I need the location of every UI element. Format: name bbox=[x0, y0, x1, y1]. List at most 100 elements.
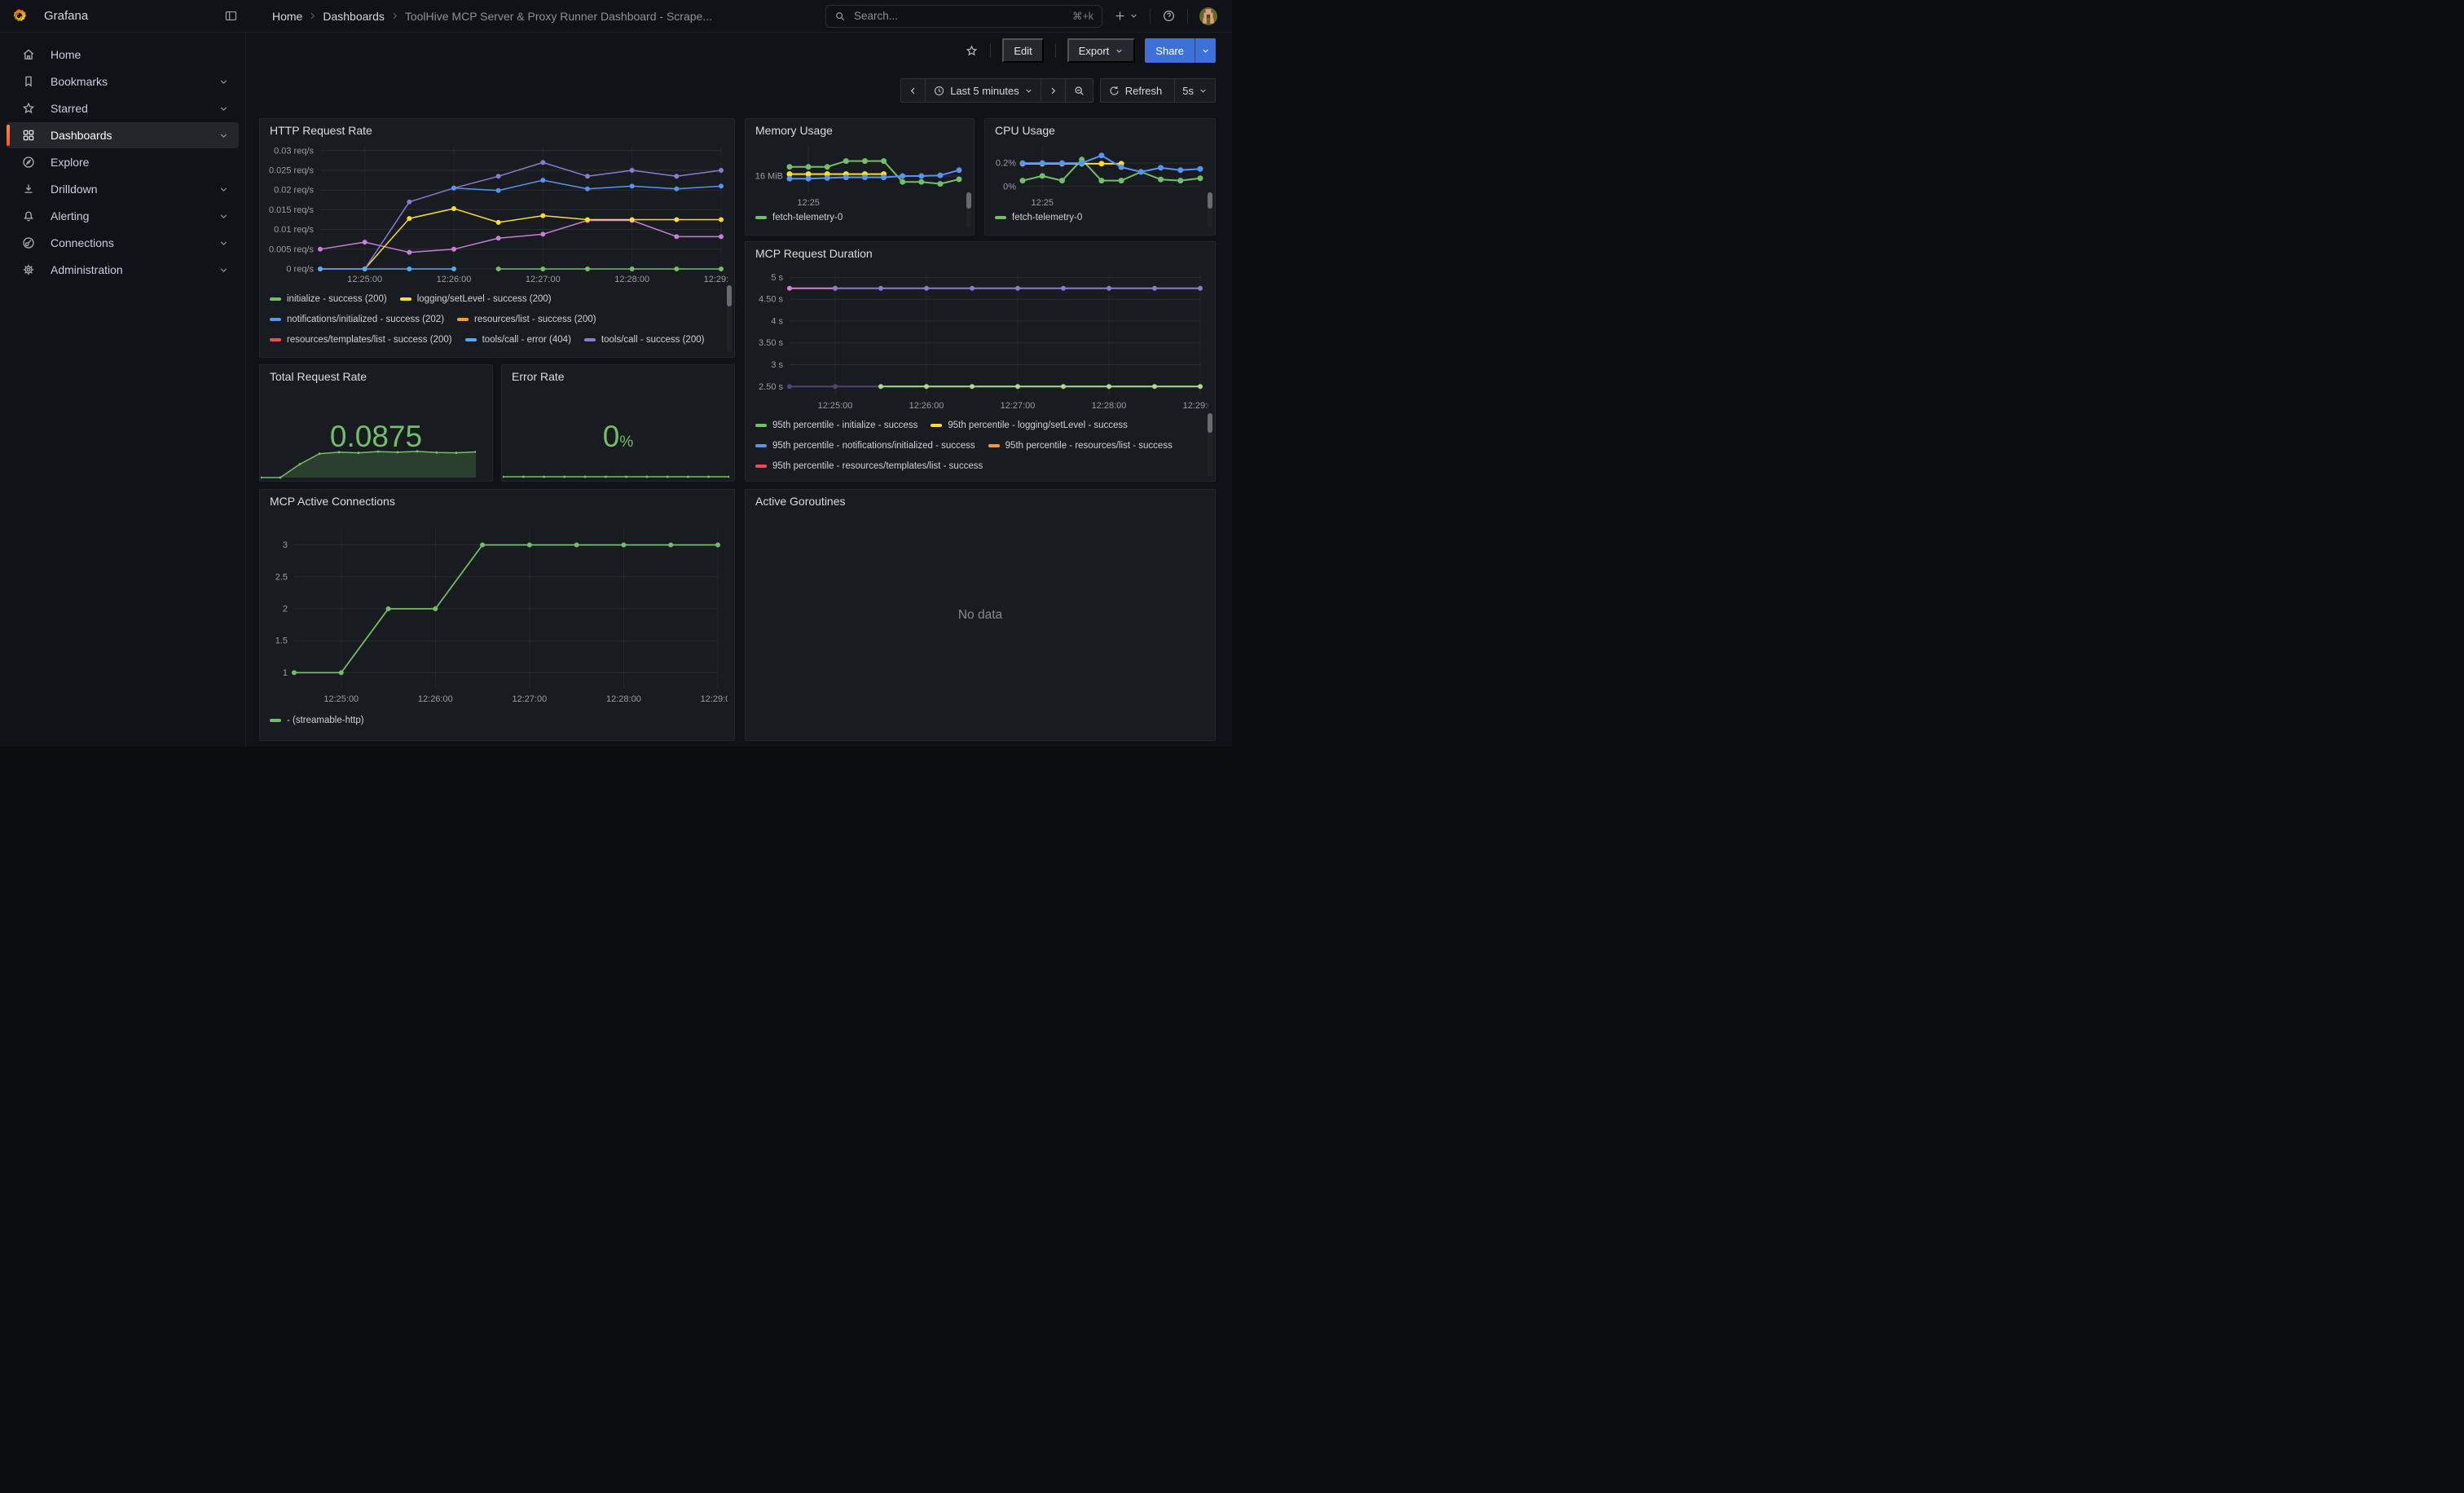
chevron-down-icon[interactable] bbox=[218, 265, 229, 275]
scrollbar-thumb[interactable] bbox=[1208, 413, 1212, 433]
grafana-logo-icon[interactable] bbox=[10, 7, 28, 25]
legend-item[interactable]: 95th percentile - notifications/initiali… bbox=[755, 435, 975, 456]
legend-item[interactable]: 95th percentile - resources/list - succe… bbox=[988, 435, 1173, 456]
svg-text:12:25:00: 12:25:00 bbox=[347, 275, 382, 284]
error-rate-sparkline[interactable] bbox=[503, 469, 729, 479]
share-button[interactable]: Share bbox=[1145, 38, 1195, 63]
time-range-picker[interactable]: Last 5 minutes bbox=[925, 79, 1041, 102]
sidebar-item-home[interactable]: Home bbox=[7, 42, 239, 68]
svg-text:12:28:00: 12:28:00 bbox=[1092, 401, 1127, 411]
svg-text:2: 2 bbox=[283, 605, 288, 614]
scrollbar-thumb[interactable] bbox=[727, 285, 732, 306]
mcp-request-duration-chart[interactable]: 2.50 s3 s3.50 s4 s4.50 s5 s12:25:0012:26… bbox=[752, 262, 1208, 415]
svg-text:0.02 req/s: 0.02 req/s bbox=[274, 186, 314, 196]
share-split-button: Share bbox=[1145, 38, 1216, 63]
stat-number: 0 bbox=[603, 420, 620, 453]
time-shift-forward-button[interactable] bbox=[1041, 79, 1065, 102]
legend-scrollbar[interactable] bbox=[727, 285, 732, 352]
panel-title[interactable]: Total Request Rate bbox=[270, 370, 486, 383]
export-button[interactable]: Export bbox=[1067, 38, 1136, 63]
sidebar-item-alerting[interactable]: Alerting bbox=[7, 203, 239, 229]
scrollbar-thumb[interactable] bbox=[966, 192, 971, 209]
panel-title[interactable]: Active Goroutines bbox=[755, 495, 1208, 508]
panel-title[interactable]: MCP Request Duration bbox=[755, 247, 1208, 260]
legend-item[interactable]: notifications/initialized - success (202… bbox=[270, 309, 444, 329]
legend-item[interactable]: tools/call - error (404) bbox=[465, 329, 571, 350]
legend-item[interactable]: tools/list - success (200) bbox=[270, 350, 387, 354]
breadcrumb-home[interactable]: Home bbox=[272, 10, 302, 23]
legend-item[interactable]: 95th percentile - logging/setLevel - suc… bbox=[931, 415, 1128, 435]
legend-item[interactable]: unknown - success (200) bbox=[400, 350, 521, 354]
help-icon[interactable] bbox=[1162, 9, 1176, 23]
panel-title[interactable]: Memory Usage bbox=[755, 124, 967, 137]
chevron-down-icon[interactable] bbox=[218, 238, 229, 249]
http-request-rate-chart[interactable]: 0 req/s0.005 req/s0.01 req/s0.015 req/s0… bbox=[266, 139, 728, 288]
panel-title[interactable]: Error Rate bbox=[512, 370, 728, 383]
scrollbar-thumb[interactable] bbox=[1208, 192, 1212, 209]
legend-item[interactable]: resources/list - success (200) bbox=[457, 309, 596, 329]
legend-item[interactable]: - (streamable-http) bbox=[270, 710, 364, 729]
search-box[interactable]: ⌘+k bbox=[825, 5, 1102, 28]
svg-text:5 s: 5 s bbox=[771, 273, 783, 283]
legend-item[interactable]: resources/templates/list - success (200) bbox=[270, 329, 452, 350]
legend-item[interactable]: tools/call - success (200) bbox=[584, 329, 705, 350]
dock-sidebar-icon[interactable] bbox=[224, 9, 238, 23]
legend-swatch bbox=[755, 465, 767, 468]
legend-item[interactable]: 95th percentile - initialize - success bbox=[755, 415, 917, 435]
legend-item[interactable]: initialize - success (200) bbox=[270, 288, 387, 309]
brand-name[interactable]: Grafana bbox=[44, 9, 224, 23]
topbar-actions: ⌘+k bbox=[825, 5, 1232, 28]
chevron-down-icon[interactable] bbox=[218, 211, 229, 222]
avatar[interactable] bbox=[1199, 7, 1217, 25]
sidebar-item-connections[interactable]: Connections bbox=[7, 230, 239, 256]
legend-scrollbar[interactable] bbox=[1208, 192, 1212, 228]
svg-text:12:25:00: 12:25:00 bbox=[818, 401, 853, 411]
cpu-usage-chart[interactable]: 0%0.2%12:25 bbox=[992, 139, 1208, 207]
legend-label: tools/call - error (404) bbox=[482, 335, 571, 345]
panel-title[interactable]: CPU Usage bbox=[995, 124, 1208, 137]
panel-title[interactable]: HTTP Request Rate bbox=[270, 124, 728, 137]
chevron-down-icon[interactable] bbox=[218, 130, 229, 141]
star-dashboard-icon[interactable] bbox=[965, 44, 979, 58]
sidebar-item-drilldown[interactable]: Drilldown bbox=[7, 176, 239, 202]
legend-scrollbar[interactable] bbox=[966, 192, 971, 228]
legend-label: 95th percentile - resources/list - succe… bbox=[1005, 441, 1173, 451]
sidebar-nav: HomeBookmarksStarredDashboardsExploreDri… bbox=[0, 42, 245, 283]
panel-title[interactable]: MCP Active Connections bbox=[270, 495, 728, 508]
share-menu-button[interactable] bbox=[1195, 38, 1216, 63]
refresh-interval-picker[interactable]: 5s bbox=[1174, 79, 1215, 102]
legend-swatch bbox=[931, 424, 942, 427]
sidebar-item-dashboards[interactable]: Dashboards bbox=[7, 122, 239, 148]
legend-label: logging/setLevel - success (200) bbox=[417, 294, 552, 304]
legend-scrollbar[interactable] bbox=[1208, 413, 1212, 477]
svg-text:12:26:00: 12:26:00 bbox=[418, 694, 453, 704]
breadcrumb-dashboards[interactable]: Dashboards bbox=[323, 10, 385, 23]
search-input[interactable] bbox=[852, 9, 1072, 23]
edit-button[interactable]: Edit bbox=[1002, 38, 1043, 63]
legend-swatch bbox=[465, 338, 477, 341]
sidebar-item-administration[interactable]: Administration bbox=[7, 257, 239, 283]
connections-legend: - (streamable-http) bbox=[266, 710, 728, 729]
zoom-out-button[interactable] bbox=[1065, 79, 1093, 102]
time-shift-back-button[interactable] bbox=[901, 79, 925, 102]
memory-usage-chart[interactable]: 16 MiB12:25 bbox=[752, 139, 967, 207]
legend-item[interactable]: fetch-telemetry-0 bbox=[755, 207, 843, 227]
sidebar-item-starred[interactable]: Starred bbox=[7, 95, 239, 121]
legend-item[interactable]: logging/setLevel - success (200) bbox=[400, 288, 552, 309]
time-range-group: Last 5 minutes bbox=[900, 78, 1093, 103]
divider bbox=[1150, 9, 1151, 24]
sidebar: HomeBookmarksStarredDashboardsExploreDri… bbox=[0, 33, 246, 746]
add-button[interactable] bbox=[1114, 10, 1138, 22]
sidebar-item-bookmarks[interactable]: Bookmarks bbox=[7, 68, 239, 95]
refresh-button[interactable]: Refresh bbox=[1101, 79, 1175, 102]
legend-item[interactable]: 95th percentile - resources/templates/li… bbox=[755, 456, 983, 476]
legend-item[interactable]: fetch-telemetry-0 bbox=[995, 207, 1082, 227]
sidebar-item-explore[interactable]: Explore bbox=[7, 149, 239, 175]
chevron-down-icon[interactable] bbox=[218, 77, 229, 87]
refresh-label: Refresh bbox=[1125, 85, 1163, 97]
legend-label: resources/list - success (200) bbox=[474, 315, 596, 324]
chevron-down-icon[interactable] bbox=[218, 184, 229, 195]
mcp-active-connections-chart[interactable]: 11.522.5312:25:0012:26:0012:27:0012:28:0… bbox=[266, 509, 728, 710]
chevron-down-icon[interactable] bbox=[218, 103, 229, 114]
panel-mcp-active-connections: MCP Active Connections 11.522.5312:25:00… bbox=[259, 489, 735, 741]
